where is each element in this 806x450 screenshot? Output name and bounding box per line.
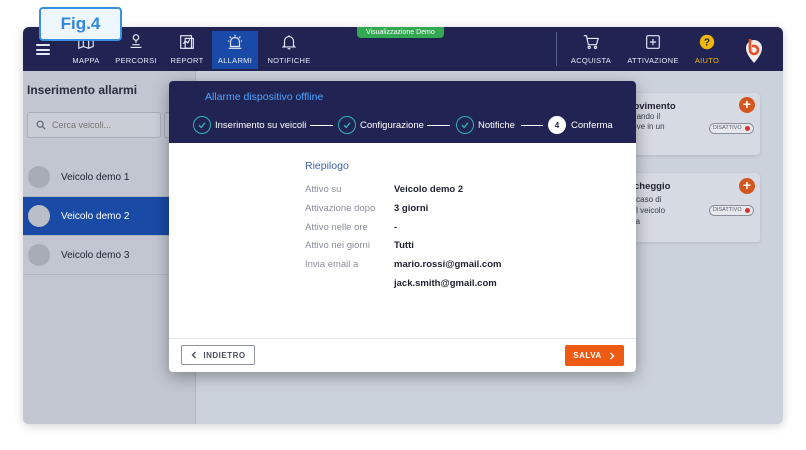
search-input[interactable] bbox=[52, 120, 152, 130]
status-dot bbox=[744, 208, 750, 213]
vehicle-avatar bbox=[28, 244, 50, 266]
summary-key: Invia email a bbox=[305, 259, 359, 270]
step-label: Inserimento su veicoli bbox=[215, 119, 307, 131]
dialog-title: Allarme dispositivo offline bbox=[205, 91, 324, 103]
svg-text:?: ? bbox=[704, 38, 710, 49]
nav-label: ALLARMI bbox=[217, 56, 253, 65]
cart-icon bbox=[583, 35, 599, 50]
step-1[interactable]: Inserimento su veicoli bbox=[193, 116, 306, 134]
nav-allarmi[interactable]: ALLARMI bbox=[212, 31, 258, 69]
chevron-left-icon bbox=[191, 351, 197, 359]
brand-logo-icon bbox=[746, 39, 762, 63]
summary-title: Riepilogo bbox=[305, 160, 349, 172]
back-button[interactable]: INDIETRO bbox=[181, 345, 255, 365]
hamburger-menu-icon[interactable] bbox=[36, 44, 50, 55]
save-button-label: SALVA bbox=[573, 351, 602, 360]
route-icon bbox=[130, 34, 142, 48]
save-button[interactable]: SALVA bbox=[565, 345, 624, 366]
alarm-icon bbox=[227, 34, 243, 49]
alarm-wizard-dialog: Allarme dispositivo offline Inserimento … bbox=[169, 81, 636, 372]
step-label: Configurazione bbox=[360, 119, 424, 131]
step-label: Conferma bbox=[571, 119, 613, 131]
nav-label: NOTIFICHE bbox=[267, 56, 311, 65]
sidebar-title: Inserimento allarmi bbox=[27, 83, 138, 97]
chevron-right-icon bbox=[609, 352, 615, 359]
step-3[interactable]: Notifiche bbox=[456, 116, 515, 134]
nav-divider bbox=[556, 32, 557, 66]
summary-value: jack.smith@gmail.com bbox=[394, 278, 497, 289]
summary-key: Attivo nelle ore bbox=[305, 222, 368, 233]
vehicle-label: Veicolo demo 3 bbox=[61, 249, 130, 261]
summary-value: 3 giorni bbox=[394, 203, 429, 214]
nav-label: ACQUISTA bbox=[570, 56, 612, 65]
top-navbar: Visualizzazione Demo MAPPA PERCORSI REPO… bbox=[23, 27, 783, 71]
report-icon bbox=[180, 35, 194, 49]
nav-attivazione[interactable]: ATTIVAZIONE bbox=[626, 33, 680, 67]
nav-report[interactable]: REPORT bbox=[170, 33, 204, 67]
step-done-indicator bbox=[456, 116, 474, 134]
app-window: Visualizzazione Demo MAPPA PERCORSI REPO… bbox=[23, 27, 783, 424]
status-badge: DISATTIVO bbox=[709, 205, 754, 216]
step-2[interactable]: Configurazione bbox=[338, 116, 424, 134]
check-icon bbox=[343, 122, 351, 129]
demo-mode-badge: Visualizzazione Demo bbox=[357, 27, 444, 38]
vehicle-avatar bbox=[28, 166, 50, 188]
summary-value: Veicolo demo 2 bbox=[394, 184, 464, 195]
status-dot bbox=[744, 126, 750, 131]
step-connector bbox=[310, 125, 333, 126]
nav-label: MAPPA bbox=[72, 56, 100, 65]
summary-key: Attivo nei giorni bbox=[305, 240, 370, 251]
step-connector bbox=[521, 125, 543, 126]
help-icon: ? bbox=[699, 34, 715, 50]
summary-value: Tutti bbox=[394, 240, 414, 251]
back-button-label: INDIETRO bbox=[203, 350, 246, 360]
nav-label: AIUTO bbox=[694, 56, 720, 65]
step-label: Notifiche bbox=[478, 119, 515, 131]
vehicle-avatar bbox=[28, 205, 50, 227]
nav-label: PERCORSI bbox=[115, 56, 157, 65]
dialog-footer-divider bbox=[169, 338, 636, 339]
summary-value: - bbox=[394, 222, 398, 233]
nav-label: ATTIVAZIONE bbox=[627, 56, 679, 65]
plus-square-icon bbox=[646, 35, 660, 49]
add-alarm-button[interactable]: + bbox=[739, 178, 755, 194]
figure-label: Fig.4 bbox=[39, 7, 122, 41]
nav-acquista[interactable]: ACQUISTA bbox=[570, 33, 612, 67]
step-number-indicator: 4 bbox=[548, 116, 566, 134]
nav-notifiche[interactable]: NOTIFICHE bbox=[267, 33, 311, 67]
status-text: DISATTIVO bbox=[713, 125, 742, 131]
check-icon bbox=[461, 122, 469, 129]
step-done-indicator bbox=[338, 116, 356, 134]
status-text: DISATTIVO bbox=[713, 207, 742, 213]
status-badge: DISATTIVO bbox=[709, 123, 754, 134]
vehicle-label: Veicolo demo 1 bbox=[61, 171, 130, 183]
summary-value: mario.rossi@gmail.com bbox=[394, 259, 502, 270]
nav-aiuto[interactable]: ? AIUTO bbox=[692, 33, 722, 67]
vehicle-label: Veicolo demo 2 bbox=[61, 210, 130, 222]
dialog-header: Allarme dispositivo offline Inserimento … bbox=[169, 81, 636, 143]
bell-icon bbox=[281, 35, 297, 50]
summary-key: Attivazione dopo bbox=[305, 203, 376, 214]
step-4-current[interactable]: 4 Conferma bbox=[548, 116, 613, 134]
step-done-indicator bbox=[193, 116, 211, 134]
add-alarm-button[interactable]: + bbox=[739, 97, 755, 113]
summary-key: Attivo su bbox=[305, 184, 342, 195]
search-box[interactable] bbox=[27, 112, 161, 138]
step-connector bbox=[427, 125, 450, 126]
nav-label: REPORT bbox=[170, 56, 204, 65]
search-icon bbox=[36, 120, 46, 130]
check-icon bbox=[198, 122, 206, 129]
